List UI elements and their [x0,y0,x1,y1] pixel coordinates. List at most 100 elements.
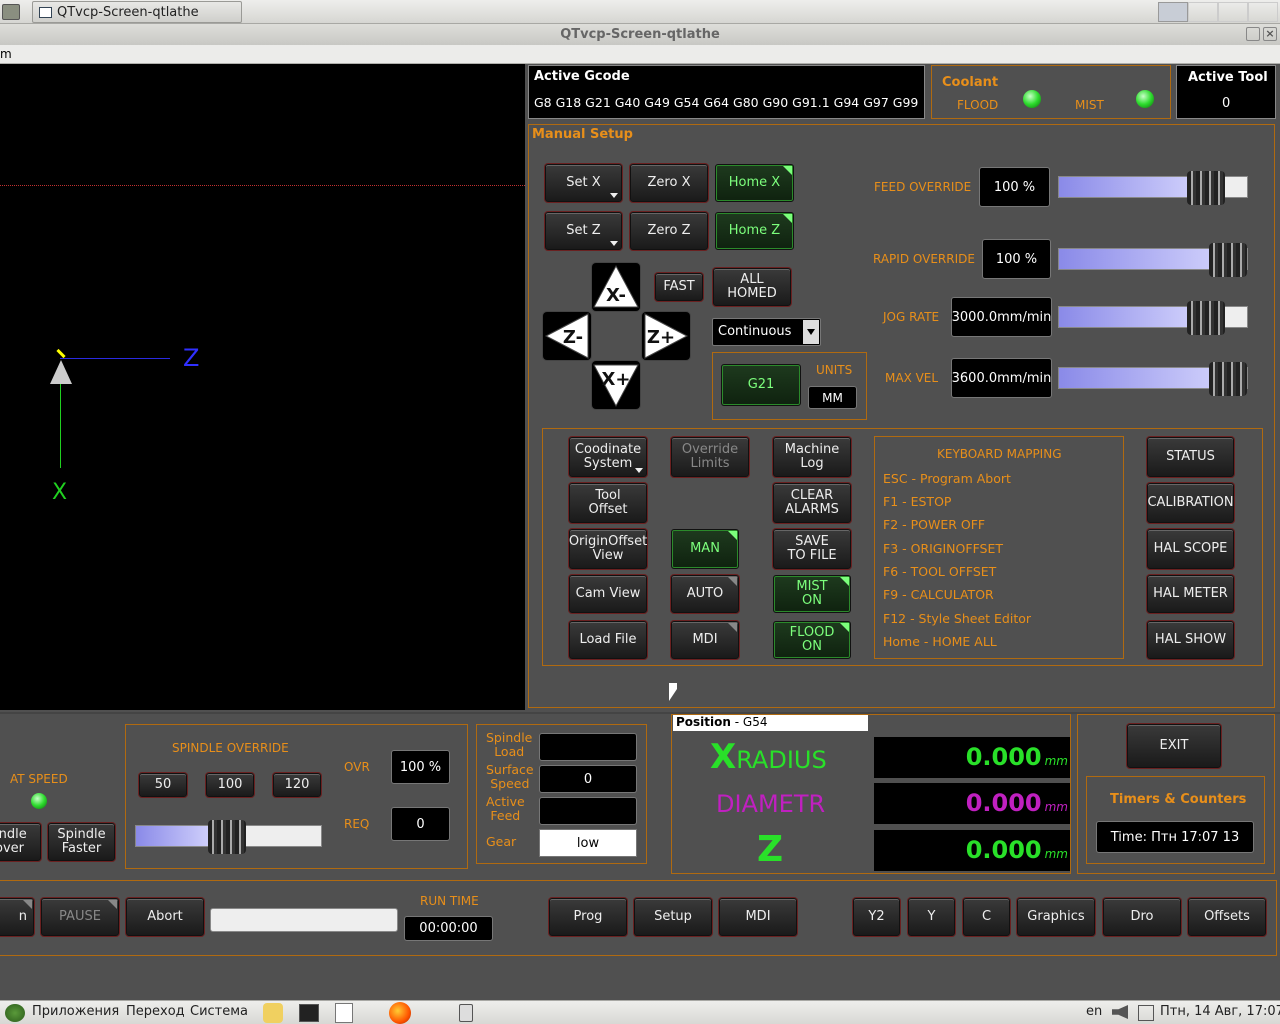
req-label: REQ [344,817,370,831]
volume-icon[interactable] [1112,1005,1128,1019]
man-mode-button[interactable]: MAN [671,529,739,569]
ovr-value: 100 % [391,750,450,784]
spindle-faster-button[interactable]: Spindle Faster [48,823,115,861]
menu-item[interactable]: m [0,47,12,61]
load-file-button[interactable]: Load File [569,621,647,659]
calibration-button[interactable]: CALIBRATION [1147,483,1234,523]
top-taskbar: QTvcp-Screen-qtlathe [0,0,1280,24]
mist-on-button[interactable]: MIST ON [773,575,851,613]
offsets-button[interactable]: Offsets [1188,898,1266,936]
hal-scope-button[interactable]: HAL SCOPE [1147,529,1234,569]
g21-button[interactable]: G21 [721,364,801,406]
origin-offset-view-button[interactable]: OriginOffset View [569,529,647,569]
jog-x-plus-button[interactable]: X+ [592,361,640,409]
home-z-button[interactable]: Home Z [715,212,794,250]
rapid-override-slider[interactable] [1058,243,1248,277]
flood-on-button[interactable]: FLOOD ON [773,621,851,659]
graphics-button[interactable]: Graphics [1017,898,1095,936]
rapid-override-handle[interactable] [1209,243,1247,277]
run-button[interactable]: n [0,898,34,936]
coordinate-system-button[interactable]: Coodinate System [569,437,647,477]
home-x-button[interactable]: Home X [715,164,794,202]
zero-x-button[interactable]: Zero X [630,164,708,202]
keymap-line: F12 - Style Sheet Editor [883,611,1032,626]
workspace-1[interactable] [1158,2,1188,22]
y2-button[interactable]: Y2 [853,898,900,936]
tool-offset-button[interactable]: Tool Offset [569,483,647,523]
svg-text:Z-: Z- [563,327,583,348]
runtime-value: 00:00:00 [404,916,493,941]
setup-tab-button[interactable]: Setup [634,898,712,936]
feed-override-label: FEED OVERRIDE [874,180,972,194]
terminal-launcher-icon[interactable] [299,1004,319,1022]
network-icon[interactable] [1138,1005,1154,1021]
max-vel-handle[interactable] [1209,362,1247,396]
jog-rate-slider[interactable] [1058,301,1248,335]
feed-override-slider[interactable] [1058,171,1248,205]
keymap-line: ESC - Program Abort [883,471,1011,486]
feed-override-handle[interactable] [1186,171,1225,205]
keyboard-layout[interactable]: en [1086,1004,1102,1019]
minimize-icon[interactable] [1246,27,1260,41]
fast-button[interactable]: FAST [655,273,703,301]
firefox-icon[interactable] [389,1002,411,1024]
spindle-override-slider[interactable] [135,820,322,854]
svg-text:X-: X- [606,285,626,306]
jog-mode-select[interactable]: Continuous [712,318,821,346]
mdi-mode-button[interactable]: MDI [671,621,739,659]
set-z-button[interactable]: Set Z [545,212,622,250]
spindle-override-handle[interactable] [208,820,246,854]
y-button[interactable]: Y [908,898,955,936]
pause-button[interactable]: PAUSE [41,898,119,936]
z-axis-label: Z [183,344,200,372]
units-value: MM [808,386,857,409]
workspace-switcher[interactable] [1158,2,1278,22]
abort-button[interactable]: Abort [126,898,204,936]
spindle-100-button[interactable]: 100 [206,773,254,797]
all-homed-button[interactable]: ALL HOMED [713,268,791,306]
system-menu[interactable]: Система [190,1004,248,1019]
jog-x-minus-button[interactable]: X- [592,263,640,311]
jog-rate-label: JOG RATE [883,310,940,324]
status-button[interactable]: STATUS [1147,437,1234,477]
linux-launcher-icon[interactable] [263,1003,283,1023]
spindle-slower-button[interactable]: indle over [0,823,41,861]
workspace-4[interactable] [1248,2,1278,22]
set-x-button[interactable]: Set X [545,164,622,202]
prog-tab-button[interactable]: Prog [549,898,627,936]
places-menu[interactable]: Переход [126,1004,185,1019]
mdi-tab-button[interactable]: MDI [719,898,797,936]
rapid-override-label: RAPID OVERRIDE [873,252,975,266]
max-vel-slider[interactable] [1058,362,1248,396]
cam-view-button[interactable]: Cam View [569,575,647,613]
workspace-3[interactable] [1218,2,1248,22]
jog-z-minus-button[interactable]: Z- [543,312,591,360]
machine-log-button[interactable]: Machine Log [773,437,851,477]
jog-rate-value: 3000.0mm/min [951,297,1052,337]
applications-menu[interactable]: Приложения [32,1004,119,1019]
text-editor-icon[interactable] [335,1003,353,1023]
hal-show-button[interactable]: HAL SHOW [1147,621,1234,659]
jog-z-plus-button[interactable]: Z+ [642,312,690,360]
hal-meter-button[interactable]: HAL METER [1147,575,1234,613]
workspace-2[interactable] [1188,2,1218,22]
spindle-120-button[interactable]: 120 [273,773,321,797]
dro-button[interactable]: Dro [1103,898,1181,936]
diameter-position-readout: 0.000 mm [874,783,1070,824]
save-to-file-button[interactable]: SAVE TO FILE [773,529,851,569]
gear-value[interactable]: low [539,829,637,857]
trash-icon[interactable] [459,1004,473,1022]
window-task-button[interactable]: QTvcp-Screen-qtlathe [32,1,242,23]
close-icon[interactable]: × [1263,27,1277,41]
c-button[interactable]: C [963,898,1010,936]
zero-z-button[interactable]: Zero Z [630,212,708,250]
spindle-50-button[interactable]: 50 [139,773,187,797]
graphics-preview[interactable]: Z X [0,64,525,710]
exit-button[interactable]: EXIT [1127,724,1221,768]
clock[interactable]: Птн, 14 Авг, 17:07 [1160,1004,1280,1019]
clear-alarms-button[interactable]: CLEAR ALARMS [773,483,851,523]
show-desktop-icon[interactable] [2,4,20,20]
override-limits-button[interactable]: Override Limits [671,437,749,477]
jog-rate-handle[interactable] [1186,301,1225,335]
auto-mode-button[interactable]: AUTO [671,575,739,613]
